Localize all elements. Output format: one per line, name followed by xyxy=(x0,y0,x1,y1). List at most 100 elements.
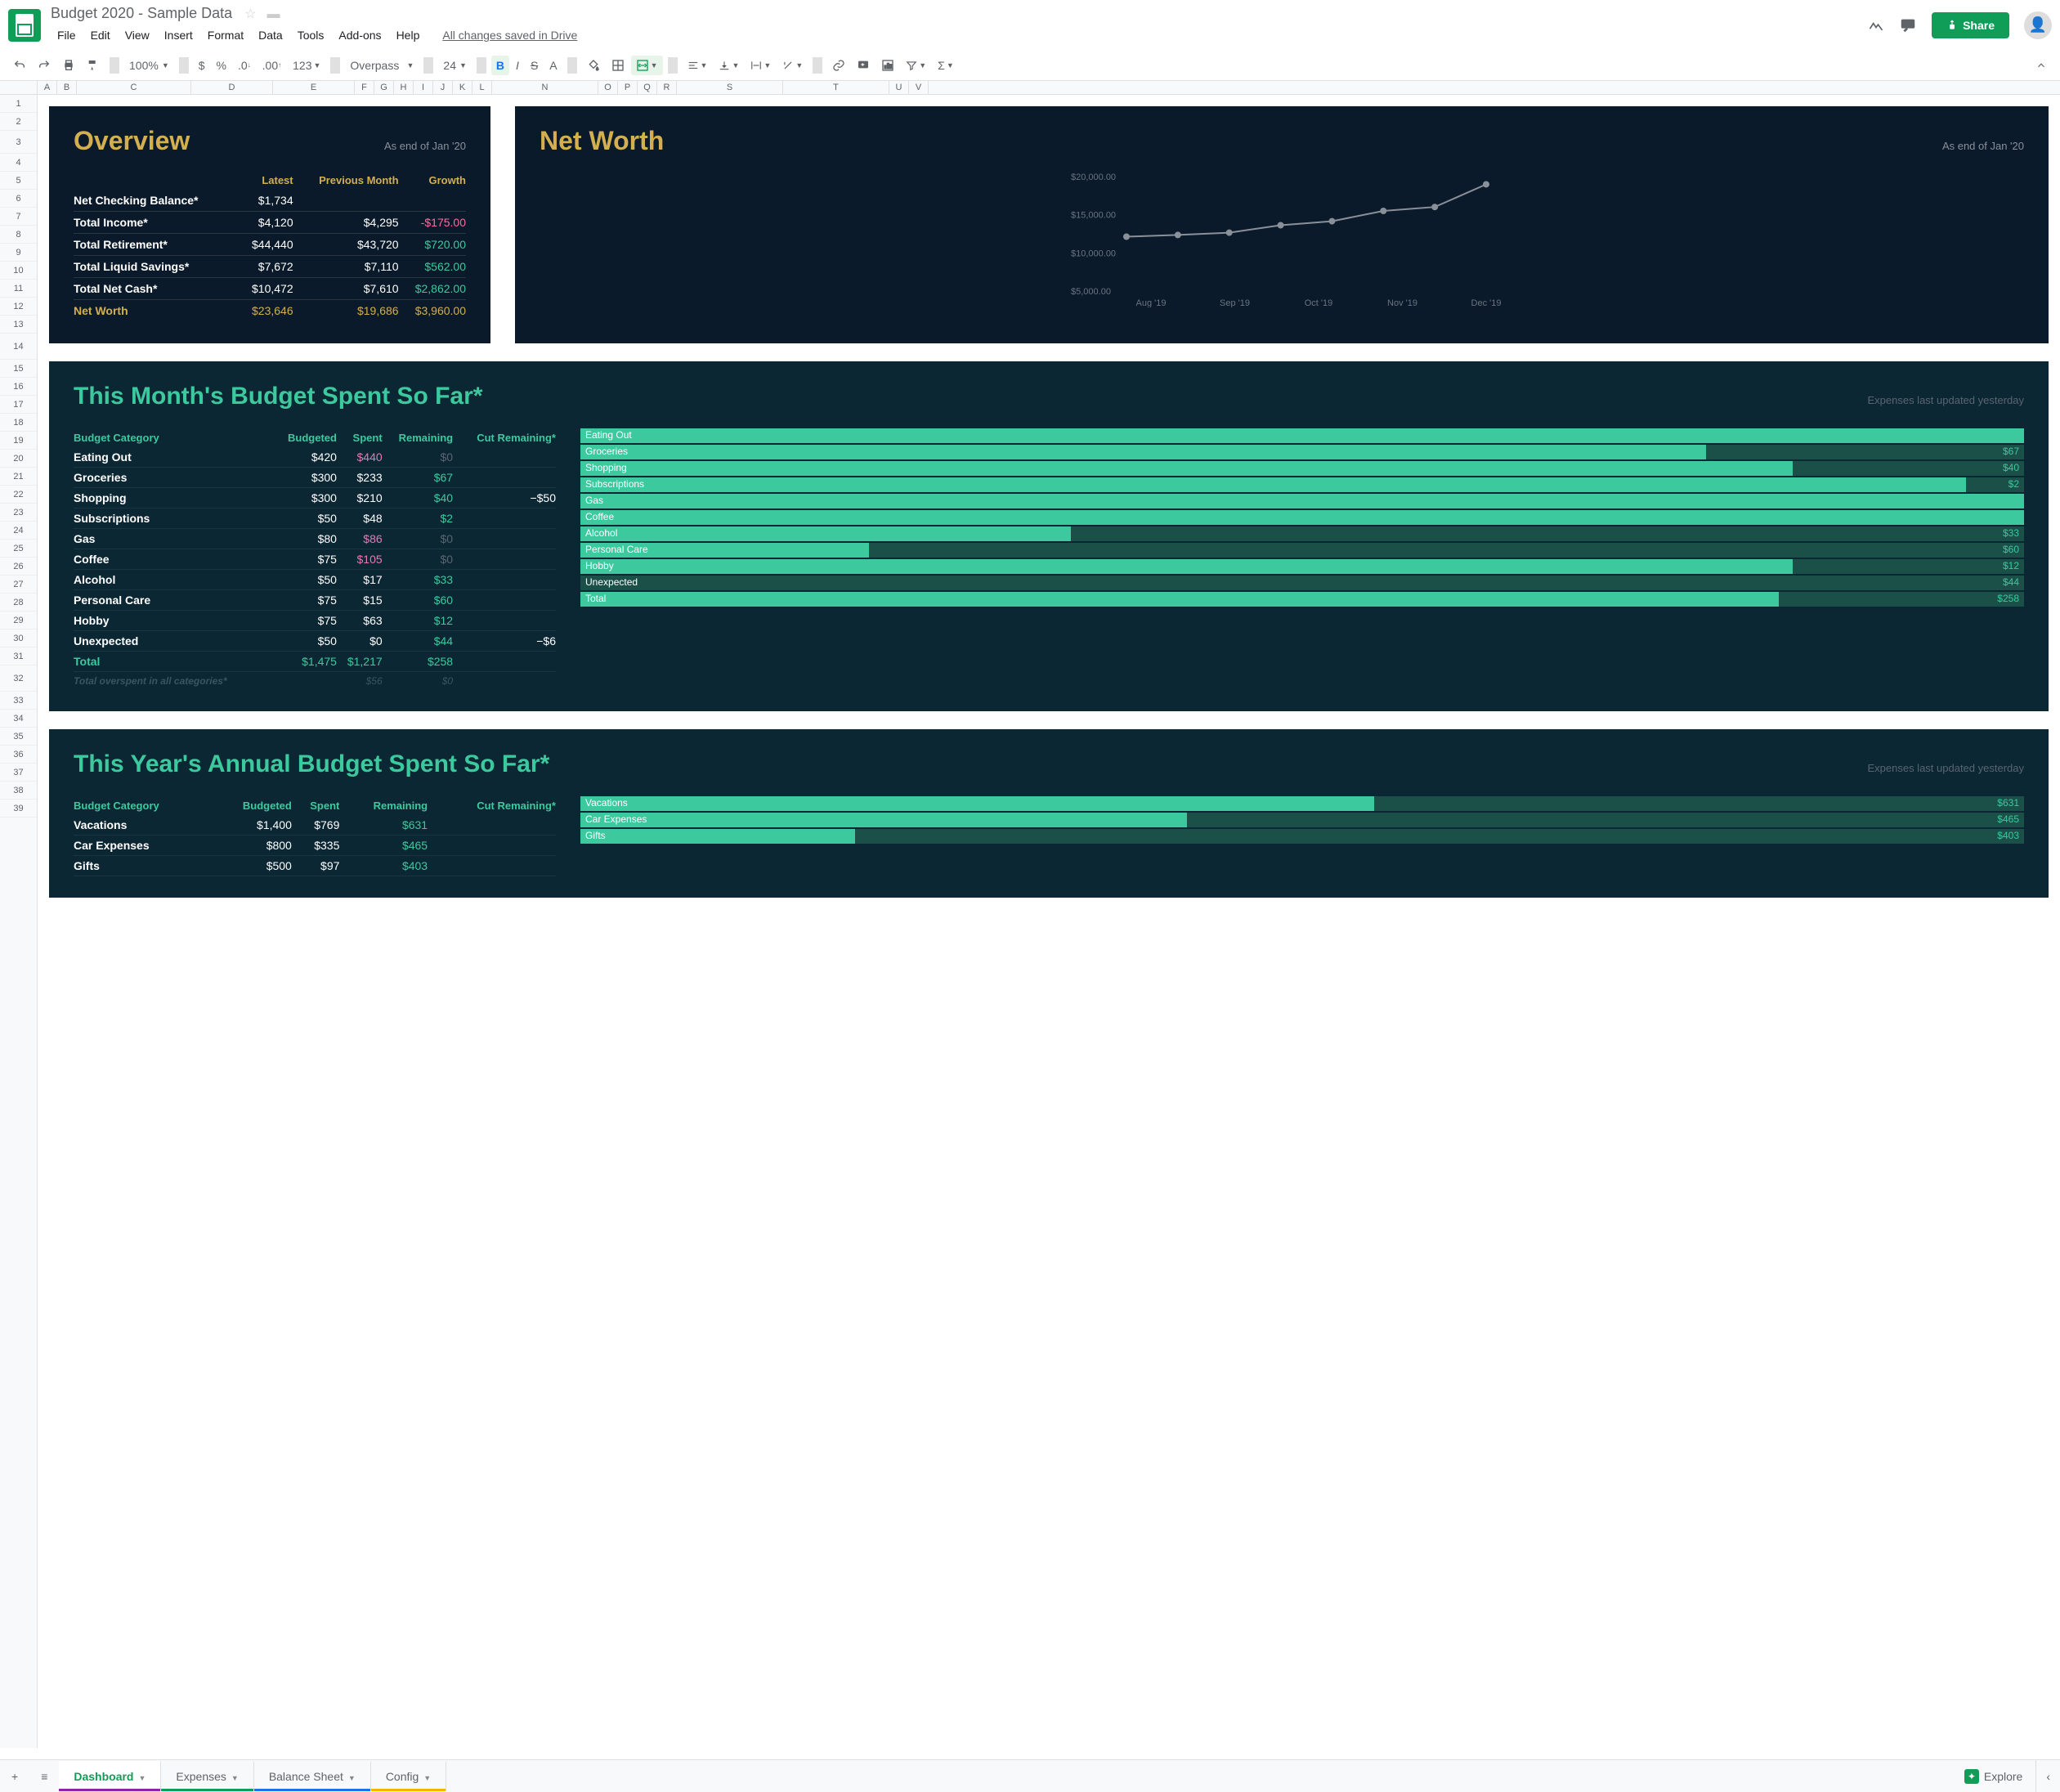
svg-text:$15,000.00: $15,000.00 xyxy=(1071,211,1116,221)
menu-edit[interactable]: Edit xyxy=(84,25,117,45)
monthly-bars: Eating Out$0Groceries$67Shopping$40Subsc… xyxy=(580,428,2024,690)
col-header[interactable]: C xyxy=(77,81,191,94)
sheet-tab-dashboard[interactable]: Dashboard▼ xyxy=(59,1761,161,1791)
col-header[interactable]: J xyxy=(433,81,453,94)
insert-comment-button[interactable] xyxy=(852,56,875,75)
col-header[interactable]: A xyxy=(38,81,57,94)
sheet-tab-config[interactable]: Config▼ xyxy=(371,1761,446,1791)
folder-icon[interactable]: ▬ xyxy=(267,7,280,21)
overview-asof: As end of Jan '20 xyxy=(384,140,466,152)
decrease-decimal-button[interactable]: .0↓ xyxy=(233,56,256,75)
bar-row: Alcohol$33 xyxy=(580,526,2024,541)
text-color-button[interactable]: A xyxy=(544,56,562,75)
merge-button[interactable]: ▼ xyxy=(631,56,663,75)
insert-chart-button[interactable] xyxy=(876,56,899,75)
star-icon[interactable]: ☆ xyxy=(244,7,256,21)
svg-text:Dec '19: Dec '19 xyxy=(1471,298,1502,307)
all-sheets-button[interactable]: ≡ xyxy=(29,1770,59,1783)
annual-updated: Expenses last updated yesterday xyxy=(1867,762,2024,774)
halign-button[interactable]: ▼ xyxy=(683,56,713,74)
bar-row: Groceries$67 xyxy=(580,445,2024,459)
percent-button[interactable]: % xyxy=(212,56,231,75)
col-header[interactable]: I xyxy=(414,81,433,94)
bar-row: Gifts$403 xyxy=(580,829,2024,844)
zoom-select[interactable]: 100% ▼ xyxy=(124,56,174,75)
borders-button[interactable] xyxy=(607,56,629,75)
bold-button[interactable]: B xyxy=(491,56,509,75)
svg-text:Sep '19: Sep '19 xyxy=(1220,298,1250,307)
share-button[interactable]: Share xyxy=(1932,12,2009,38)
sheet-tab-expenses[interactable]: Expenses▼ xyxy=(161,1761,253,1791)
activity-icon[interactable] xyxy=(1868,17,1884,34)
increase-decimal-button[interactable]: .00↑ xyxy=(258,56,286,75)
italic-button[interactable]: I xyxy=(511,56,524,75)
svg-text:Aug '19: Aug '19 xyxy=(1136,298,1167,307)
sheet-tab-balance-sheet[interactable]: Balance Sheet▼ xyxy=(254,1761,371,1791)
account-avatar[interactable]: 👤 xyxy=(2024,11,2052,39)
sheets-logo-icon[interactable] xyxy=(8,9,41,42)
col-header[interactable]: F xyxy=(355,81,374,94)
menu-data[interactable]: Data xyxy=(252,25,289,45)
bar-row: Subscriptions$2 xyxy=(580,477,2024,492)
functions-button[interactable]: Σ▼ xyxy=(933,56,959,75)
svg-text:Oct '19: Oct '19 xyxy=(1305,298,1333,307)
col-header[interactable]: G xyxy=(374,81,394,94)
strikethrough-button[interactable]: S xyxy=(526,56,543,75)
col-header[interactable]: P xyxy=(618,81,638,94)
sheet-tabs-bar: + ≡ Dashboard▼Expenses▼Balance Sheet▼Con… xyxy=(0,1759,2060,1792)
col-header[interactable]: B xyxy=(57,81,77,94)
annual-budget-card: This Year's Annual Budget Spent So Far* … xyxy=(49,729,2049,898)
bar-row: Gas$0 xyxy=(580,494,2024,508)
col-header[interactable]: U xyxy=(889,81,909,94)
col-header[interactable]: H xyxy=(394,81,414,94)
collapse-toolbar-button[interactable] xyxy=(2031,56,2052,74)
menu-tools[interactable]: Tools xyxy=(291,25,331,45)
fontsize-select[interactable]: 24 ▼ xyxy=(438,56,472,75)
col-header[interactable]: R xyxy=(657,81,677,94)
filter-button[interactable]: ▼ xyxy=(901,56,931,74)
column-headers[interactable]: ABCDEFGHIJKLNOPQRSTUV xyxy=(0,81,2060,95)
comment-icon[interactable] xyxy=(1899,16,1917,34)
col-header[interactable]: D xyxy=(191,81,273,94)
annual-table: Budget CategoryBudgetedSpentRemainingCut… xyxy=(74,796,556,876)
fill-color-button[interactable] xyxy=(582,56,605,75)
svg-text:$10,000.00: $10,000.00 xyxy=(1071,249,1116,258)
col-header[interactable]: E xyxy=(273,81,355,94)
explore-button[interactable]: ✦ Explore xyxy=(1951,1769,2035,1784)
wrap-button[interactable]: ▼ xyxy=(746,56,776,74)
annual-title: This Year's Annual Budget Spent So Far* xyxy=(74,750,549,778)
number-format-select[interactable]: 123▼ xyxy=(288,56,325,75)
col-header[interactable]: N xyxy=(492,81,598,94)
bar-row: Shopping$40 xyxy=(580,461,2024,476)
font-select[interactable]: Overpass▼ xyxy=(345,56,419,75)
valign-button[interactable]: ▼ xyxy=(714,56,744,74)
add-sheet-button[interactable]: + xyxy=(0,1770,29,1783)
col-header[interactable]: T xyxy=(783,81,889,94)
col-header[interactable]: L xyxy=(472,81,492,94)
menu-help[interactable]: Help xyxy=(390,25,427,45)
menu-format[interactable]: Format xyxy=(201,25,250,45)
sheet-canvas[interactable]: Overview As end of Jan '20 LatestPreviou… xyxy=(38,95,2060,1748)
networth-card: Net Worth As end of Jan '20 $5,000.00$10… xyxy=(515,106,2049,343)
menu-add-ons[interactable]: Add-ons xyxy=(332,25,387,45)
row-headers[interactable]: 1234567891011121314151617181920212223242… xyxy=(0,95,38,1748)
document-title[interactable]: Budget 2020 - Sample Data xyxy=(51,5,232,21)
menu-file[interactable]: File xyxy=(51,25,83,45)
col-header[interactable]: V xyxy=(909,81,929,94)
currency-button[interactable]: $ xyxy=(194,56,210,75)
menu-view[interactable]: View xyxy=(119,25,156,45)
paint-format-button[interactable] xyxy=(82,56,105,75)
side-panel-toggle[interactable]: ‹ xyxy=(2035,1760,2060,1792)
undo-button[interactable] xyxy=(8,56,31,75)
col-header[interactable]: K xyxy=(453,81,472,94)
col-header[interactable]: O xyxy=(598,81,618,94)
bar-row: Unexpected$44 xyxy=(580,576,2024,590)
col-header[interactable]: Q xyxy=(638,81,657,94)
link-button[interactable] xyxy=(827,56,850,75)
rotate-button[interactable]: ▼ xyxy=(777,56,808,74)
bar-row: Personal Care$60 xyxy=(580,543,2024,558)
redo-button[interactable] xyxy=(33,56,56,75)
print-button[interactable] xyxy=(57,56,80,75)
col-header[interactable]: S xyxy=(677,81,783,94)
menu-insert[interactable]: Insert xyxy=(158,25,199,45)
